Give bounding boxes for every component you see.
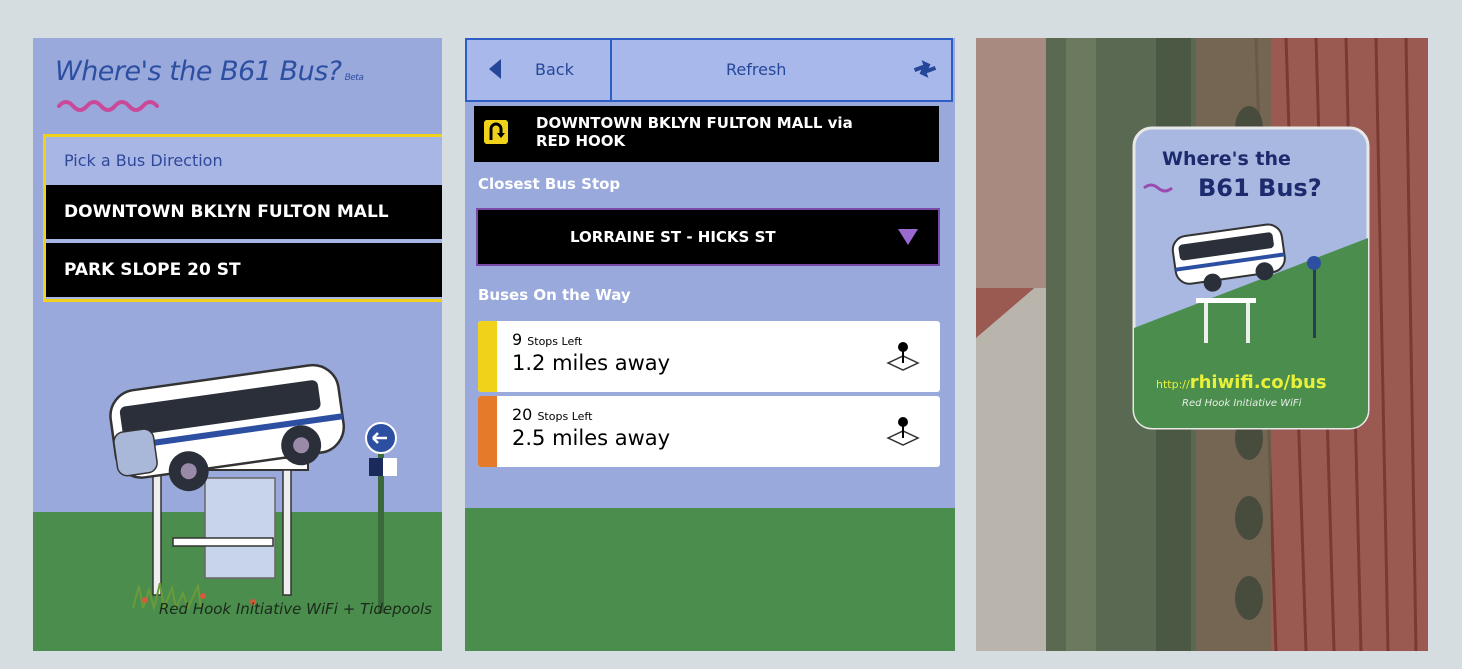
bus-color-stripe (478, 396, 497, 467)
app-title: Where's the B61 Bus? Beta (55, 56, 364, 87)
refresh-arrows-icon (913, 60, 937, 78)
stops-left-count: 20 (512, 405, 533, 424)
direction-menu: Pick a Bus Direction DOWNTOWN BKLYN FULT… (43, 134, 442, 302)
bus-card[interactable]: 9 Stops Left 1.2 miles away (478, 321, 940, 392)
beta-badge: Beta (344, 73, 364, 83)
chevron-down-icon (898, 229, 918, 245)
sticker-footer: Red Hook Initiative WiFi (1182, 398, 1302, 409)
bus-stop-select[interactable]: LORRAINE ST - HICKS ST (476, 208, 940, 266)
street-pole-photo (976, 38, 1428, 651)
buses-on-way-label: Buses On the Way (478, 286, 631, 304)
sticker-title-line2: B61 Bus? (1198, 174, 1322, 202)
app-screen-direction-picker: Where's the B61 Bus? Beta Pick a Bus Dire… (33, 38, 442, 651)
footer-credit: Red Hook Initiative WiFi + Tidepools (158, 600, 432, 618)
stops-left-label: Stops Left (527, 335, 583, 348)
bus-stop-value: LORRAINE ST - HICKS ST (570, 228, 776, 246)
back-button[interactable]: Back (467, 40, 612, 100)
route-banner: DOWNTOWN BKLYN FULTON MALL via RED HOOK (474, 106, 939, 162)
map-pin-icon[interactable] (886, 414, 920, 448)
grass-ground (465, 508, 955, 651)
direction-option-downtown[interactable]: DOWNTOWN BKLYN FULTON MALL (46, 185, 442, 239)
refresh-label: Refresh (726, 60, 787, 79)
back-label: Back (535, 60, 574, 79)
chevron-left-icon (489, 59, 501, 79)
direction-menu-header: Pick a Bus Direction (64, 151, 223, 170)
refresh-button[interactable]: Refresh (614, 40, 951, 100)
squiggle-logo-icon (57, 100, 159, 112)
sticker-title-line1: Where's the (1162, 148, 1291, 170)
bus-distance: 2.5 miles away (512, 426, 671, 450)
map-pin-icon[interactable] (886, 339, 920, 373)
u-turn-icon (484, 120, 508, 144)
sticker-photo: Where's the B61 Bus? http://rhiwifi.co/b… (976, 38, 1428, 651)
route-name-line1: DOWNTOWN BKLYN FULTON MALL via (536, 114, 853, 132)
bus-color-stripe (478, 321, 497, 392)
sticker-url-prefix: http:// (1156, 378, 1190, 391)
app-screen-bus-tracker: Back Refresh DOWNTOWN BKLYN FULTON MALL … (465, 38, 955, 651)
direction-option-park-slope[interactable]: PARK SLOPE 20 ST (46, 243, 442, 297)
stops-left-count: 9 (512, 330, 523, 349)
bus-shelter-illustration (109, 363, 397, 613)
bus-card[interactable]: 20 Stops Left 2.5 miles away (478, 396, 940, 467)
sticker-url: http://rhiwifi.co/bus (1156, 372, 1327, 393)
route-name-line2: RED HOOK (536, 132, 626, 150)
closest-stop-label: Closest Bus Stop (478, 175, 621, 193)
bus-distance: 1.2 miles away (512, 351, 671, 375)
nav-bar: Back Refresh (465, 38, 953, 102)
stops-left-label: Stops Left (537, 410, 593, 423)
sticker-url-main: rhiwifi.co/bus (1189, 372, 1327, 393)
